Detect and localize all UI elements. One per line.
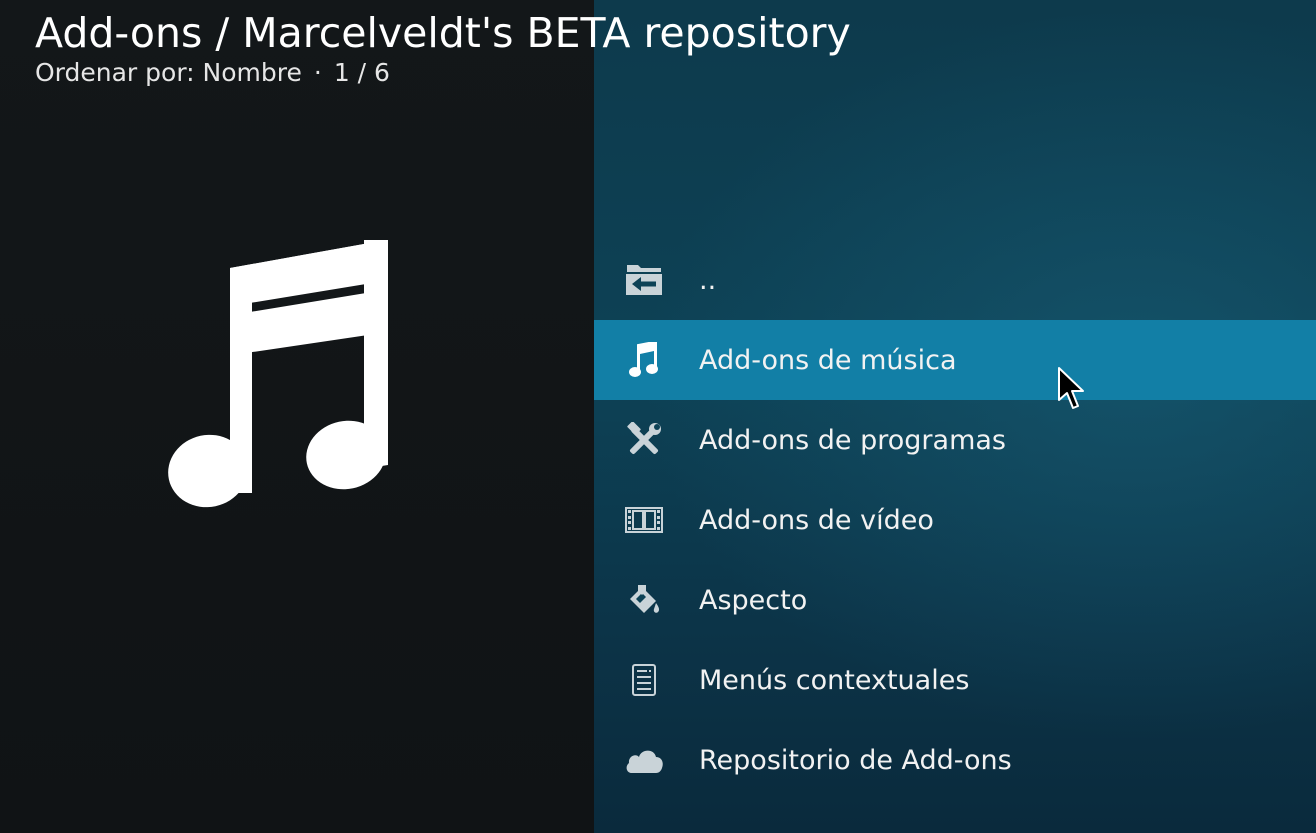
list-item-label: Aspecto [699, 584, 808, 616]
list-item-label: Menús contextuales [699, 664, 970, 696]
mouse-pointer-icon [1058, 367, 1084, 409]
page-title: Add-ons / Marcelveldt's BETA repository [35, 9, 851, 57]
list-item-video-addons[interactable]: Add-ons de vídeo [594, 480, 1316, 560]
context-menu-icon [624, 660, 664, 700]
folder-back-icon [624, 260, 664, 300]
list-item-label: Add-ons de programas [699, 424, 1006, 456]
music-note-icon [624, 340, 664, 380]
header: Add-ons / Marcelveldt's BETA repository … [35, 8, 851, 88]
separator: · [313, 58, 322, 87]
list-item-context-menus[interactable]: Menús contextuales [594, 640, 1316, 720]
list-item-music-addons[interactable]: Add-ons de música [594, 320, 1316, 400]
list-item-label: Add-ons de vídeo [699, 504, 934, 536]
film-strip-icon [624, 500, 664, 540]
sort-label: Ordenar por: Nombre [35, 58, 302, 87]
kodi-addon-browser: Add-ons / Marcelveldt's BETA repository … [0, 0, 1316, 833]
sort-info: Ordenar por: Nombre · 1 / 6 [35, 58, 851, 88]
page-counter: 1 / 6 [333, 58, 390, 87]
list-item-appearance[interactable]: Aspecto [594, 560, 1316, 640]
music-note-icon [168, 240, 388, 508]
list-item-label: Add-ons de música [699, 344, 957, 376]
list-item-program-addons[interactable]: Add-ons de programas [594, 400, 1316, 480]
tools-icon [624, 420, 664, 460]
list-item-parent-folder[interactable]: .. [594, 240, 1316, 320]
list-item-addon-repository[interactable]: Repositorio de Add-ons [594, 720, 1316, 800]
addon-category-list: .. Add-ons de música Add-ons de programa… [594, 240, 1316, 800]
list-item-label: .. [699, 264, 717, 296]
paint-bucket-icon [624, 580, 664, 620]
list-item-label: Repositorio de Add-ons [699, 744, 1012, 776]
cloud-icon [624, 740, 664, 780]
